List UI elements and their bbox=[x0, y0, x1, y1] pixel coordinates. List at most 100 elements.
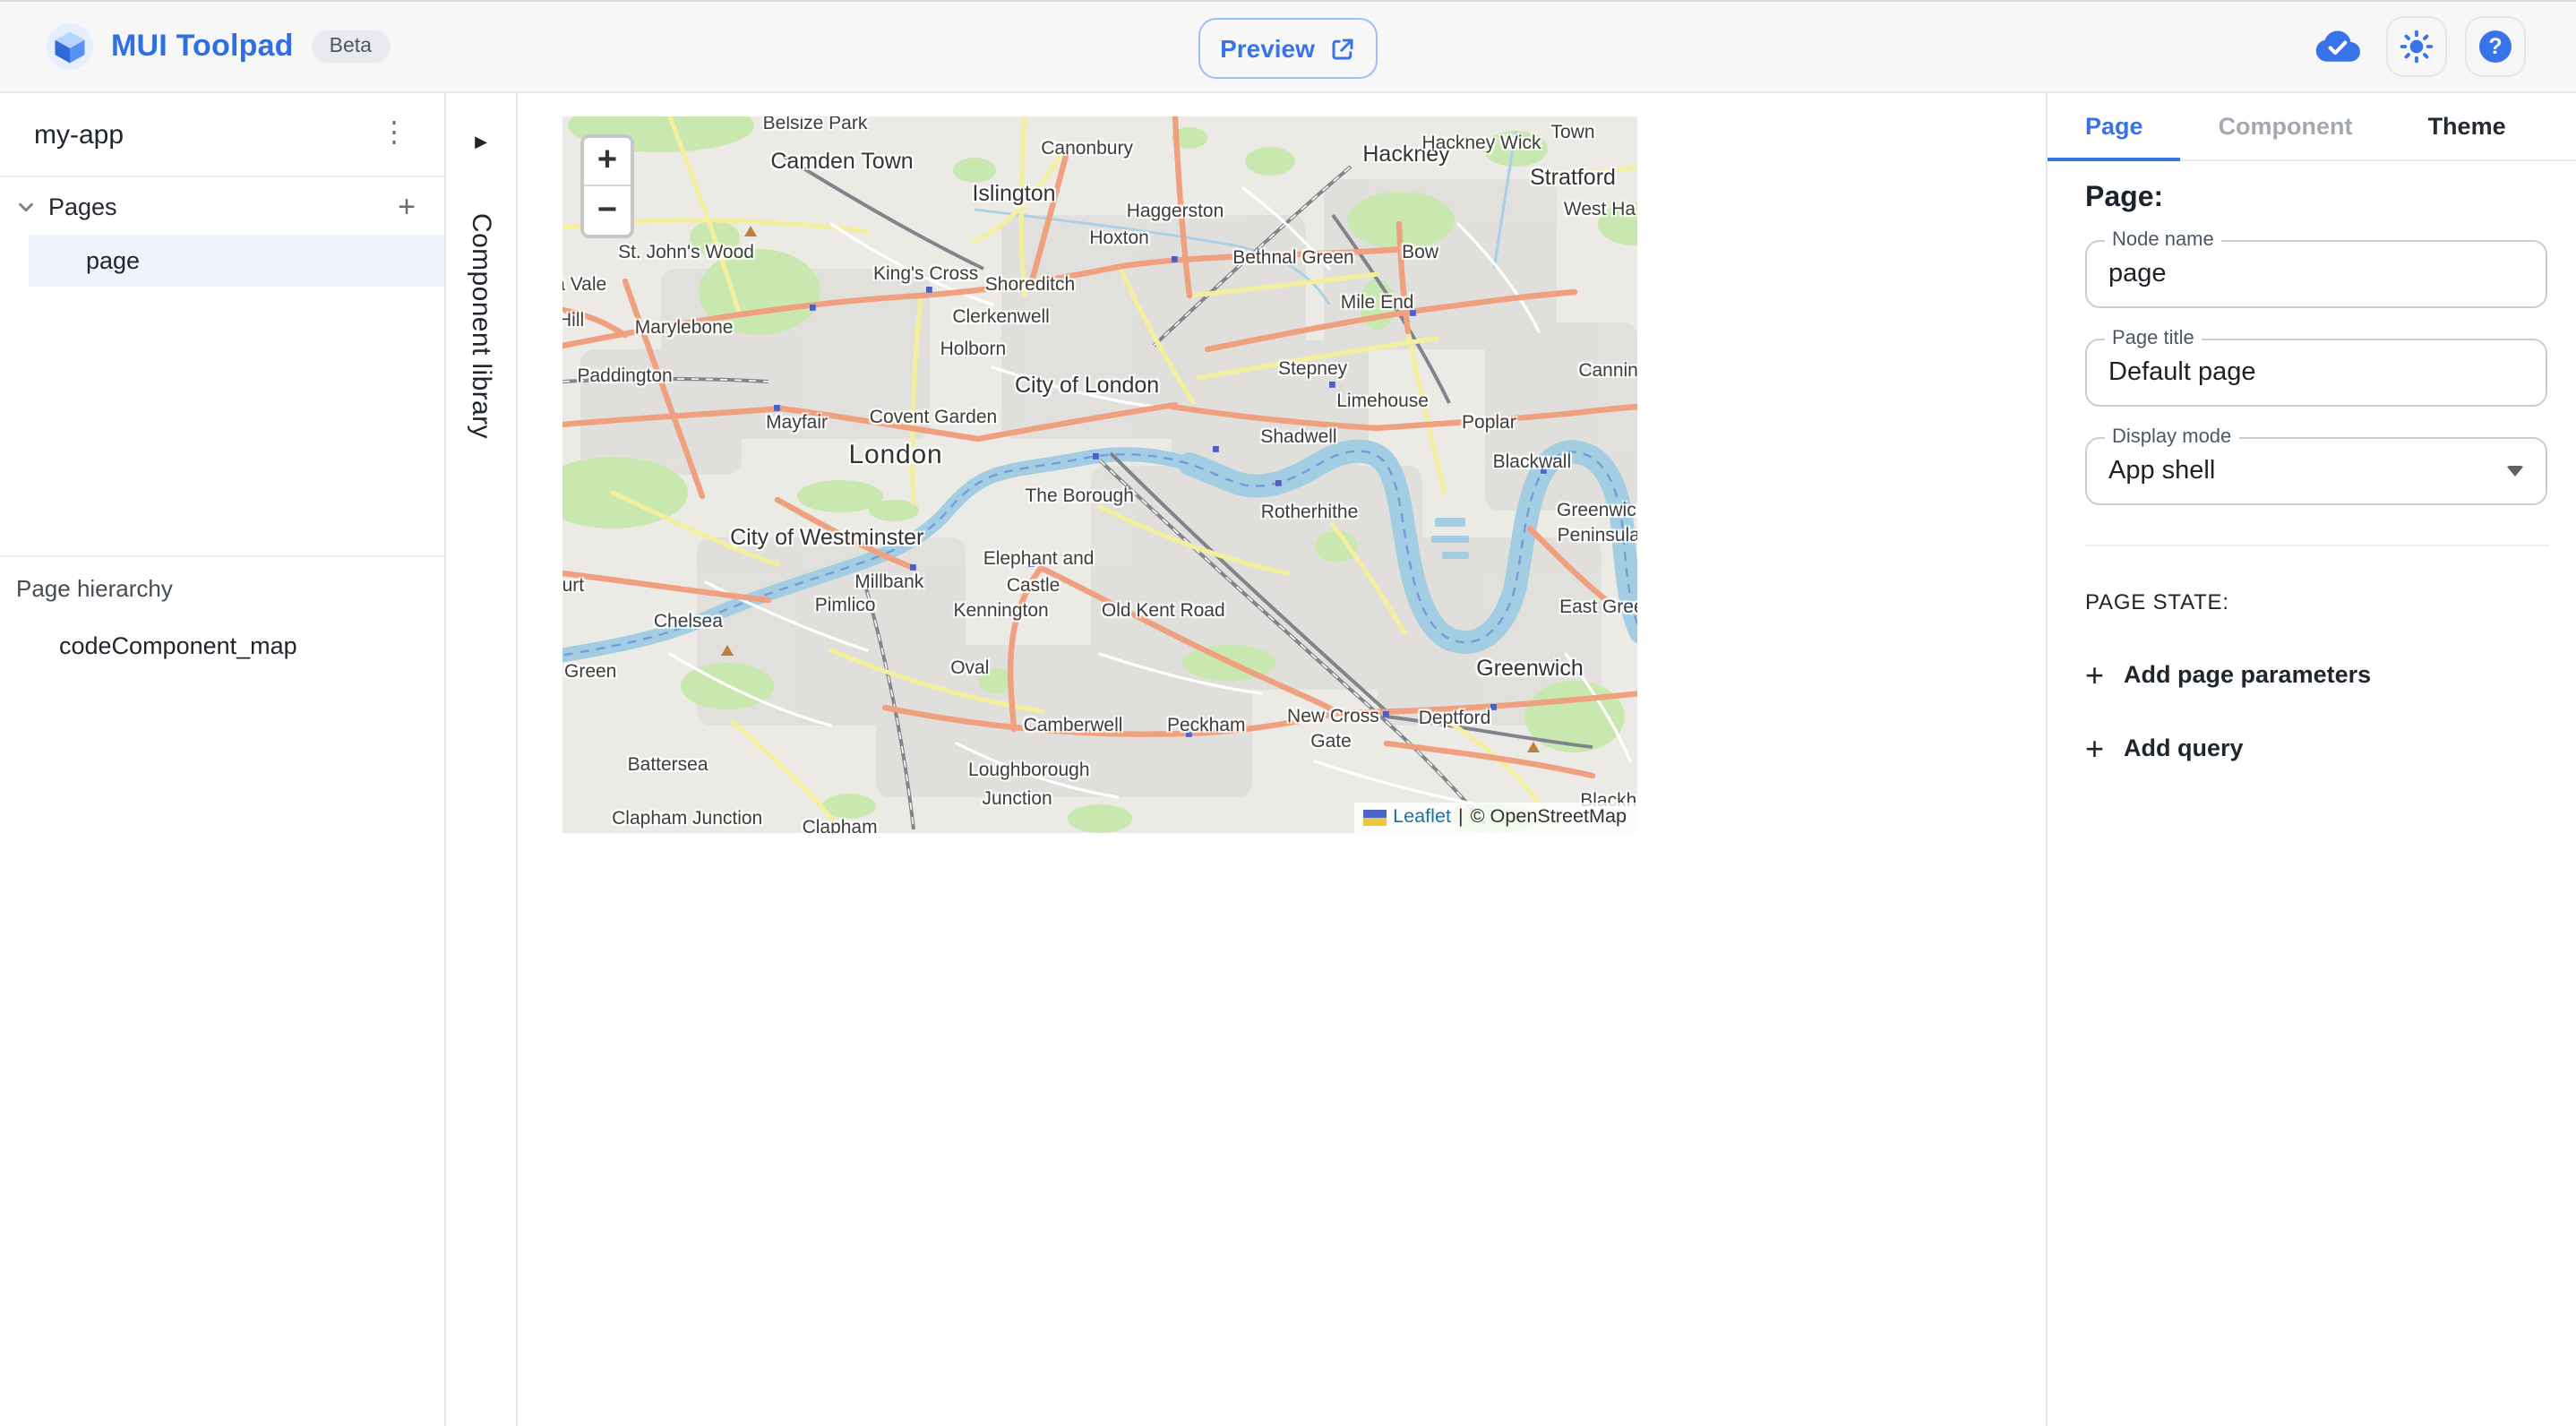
map-label: Islington bbox=[972, 181, 1055, 206]
page-hierarchy-title: Page hierarchy bbox=[0, 557, 444, 602]
map-label: Stepney bbox=[1278, 358, 1347, 380]
preview-button[interactable]: Preview bbox=[1198, 18, 1378, 79]
tab-page[interactable]: Page bbox=[2048, 93, 2181, 159]
map-label: Clerkenwell bbox=[952, 306, 1050, 328]
map-label: Haggerston bbox=[1127, 201, 1224, 222]
map-label: Clapham bbox=[803, 817, 878, 833]
plus-icon: + bbox=[2085, 662, 2104, 687]
sidebar-item-page[interactable]: page bbox=[29, 235, 444, 287]
page-item-label: page bbox=[86, 247, 140, 274]
map-label: Shoreditch bbox=[985, 273, 1075, 295]
map-label: East Gree bbox=[1559, 596, 1637, 617]
inspector-body: Page: Node name Page title Display mode … bbox=[2048, 161, 2576, 761]
page-state-label: PAGE STATE: bbox=[2085, 589, 2547, 614]
explorer-sidebar: my-app ⋮ Pages + page Page hierarchy cod… bbox=[0, 93, 446, 1426]
map-label: Belsize Park bbox=[763, 116, 868, 134]
map-label: Greenwich bbox=[1476, 655, 1584, 680]
map-label: ourt bbox=[562, 576, 584, 597]
dropdown-arrow-icon bbox=[2506, 466, 2524, 477]
page-title-input[interactable] bbox=[2087, 358, 2546, 387]
plus-icon: + bbox=[2085, 735, 2104, 760]
add-page-parameters-label: Add page parameters bbox=[2124, 661, 2371, 688]
map-label: Castle bbox=[1007, 574, 1060, 596]
leaflet-link[interactable]: Leaflet bbox=[1393, 806, 1451, 828]
map-label: Deptford bbox=[1419, 707, 1491, 728]
app-name-row: my-app ⋮ bbox=[0, 93, 444, 177]
map-label: Kennington bbox=[953, 601, 1048, 623]
map-label: Old Kent Road bbox=[1102, 601, 1225, 623]
map-label: Green bbox=[564, 661, 616, 683]
map[interactable]: Belsize ParkCamden TownCanonburyHackneyH… bbox=[562, 116, 1637, 833]
external-link-icon bbox=[1329, 35, 1356, 62]
map-attribution: Leaflet | © OpenStreetMap bbox=[1353, 803, 1637, 833]
app-title: MUI Toolpad bbox=[111, 29, 294, 64]
map-label: Pimlico bbox=[815, 595, 876, 616]
map-label: Millbank bbox=[854, 571, 923, 592]
map-label: Clapham Junction bbox=[612, 808, 762, 829]
map-label: Hackney Wick bbox=[1421, 133, 1541, 154]
map-label: West Ha bbox=[1564, 198, 1636, 219]
app-window: MUI Toolpad Beta Preview bbox=[0, 0, 2576, 1426]
sun-icon bbox=[2399, 29, 2434, 64]
tab-theme[interactable]: Theme bbox=[2391, 93, 2544, 159]
map-label: London bbox=[849, 440, 943, 470]
help-button[interactable]: ? bbox=[2465, 16, 2526, 77]
map-label: Peckham bbox=[1167, 716, 1246, 737]
cloud-sync-icon bbox=[2307, 16, 2368, 77]
app-name: my-app bbox=[34, 119, 124, 150]
pages-section-label: Pages bbox=[48, 193, 394, 219]
map-label: New Cross bbox=[1287, 706, 1379, 727]
map-label: Marylebone bbox=[635, 316, 734, 338]
app-menu-button[interactable]: ⋮ bbox=[373, 116, 416, 152]
map-label: Canonbury bbox=[1041, 139, 1133, 160]
tab-component[interactable]: Component bbox=[2181, 93, 2391, 159]
map-zoom-in-button[interactable]: + bbox=[584, 138, 631, 186]
openstreetmap-link[interactable]: © OpenStreetMap bbox=[1471, 806, 1627, 828]
node-name-input[interactable] bbox=[2087, 260, 2546, 288]
map-label: Peninsula bbox=[1558, 525, 1637, 546]
inspector-panel: Page Component Theme Page: Node name Pag… bbox=[2046, 93, 2576, 1426]
header-actions: ? bbox=[2307, 2, 2526, 91]
map-label: Gate bbox=[1310, 731, 1352, 752]
add-page-button[interactable]: + bbox=[394, 191, 419, 221]
map-label: King's Cross bbox=[873, 263, 978, 285]
map-label: Battersea bbox=[628, 753, 708, 775]
add-query-button[interactable]: + Add query bbox=[2085, 734, 2244, 761]
map-label: Bow bbox=[1402, 242, 1438, 263]
beta-badge: Beta bbox=[312, 30, 390, 63]
chevron-down-icon bbox=[16, 196, 36, 216]
ukraine-flag-icon bbox=[1362, 809, 1386, 825]
map-label: Camden Town bbox=[770, 149, 913, 174]
map-label: Junction bbox=[982, 788, 1052, 810]
map-label: Stratford bbox=[1530, 164, 1616, 189]
map-label: St. John's Wood bbox=[618, 243, 754, 264]
display-mode-select[interactable]: Display mode App shell bbox=[2085, 437, 2547, 505]
node-name-label: Node name bbox=[2105, 229, 2221, 253]
display-mode-label: Display mode bbox=[2105, 426, 2238, 450]
map-label: Mile End bbox=[1341, 292, 1414, 314]
map-label: Greenwic bbox=[1557, 501, 1636, 522]
toolpad-logo-icon bbox=[47, 23, 93, 70]
map-label: Mayfair bbox=[766, 412, 828, 434]
attribution-separator: | bbox=[1458, 806, 1464, 828]
help-icon: ? bbox=[2479, 30, 2512, 63]
hierarchy-item-code-component-map[interactable]: codeComponent_map bbox=[0, 602, 444, 659]
display-mode-value: App shell bbox=[2087, 457, 2506, 485]
map-label: da Vale bbox=[562, 273, 606, 295]
expand-right-icon: ▶ bbox=[475, 133, 487, 152]
map-label: City of Westminster bbox=[730, 525, 923, 550]
map-zoom-out-button[interactable]: − bbox=[584, 186, 631, 235]
map-label: Cannin bbox=[1578, 361, 1637, 382]
brand-group: MUI Toolpad Beta bbox=[0, 23, 390, 70]
map-label: Camberwell bbox=[1024, 716, 1123, 737]
page-heading: Page: bbox=[2085, 183, 2547, 215]
map-zoom-control: + − bbox=[580, 134, 634, 238]
sidebar-spacer bbox=[0, 287, 444, 555]
pages-section-header[interactable]: Pages + bbox=[0, 177, 444, 235]
map-label: Hill bbox=[562, 310, 584, 331]
add-page-parameters-button[interactable]: + Add page parameters bbox=[2085, 661, 2371, 688]
theme-toggle-button[interactable] bbox=[2386, 16, 2447, 77]
preview-button-label: Preview bbox=[1220, 34, 1315, 63]
page-canvas[interactable]: Belsize ParkCamden TownCanonburyHackneyH… bbox=[518, 93, 2046, 1426]
component-library-tab[interactable]: ▶ Component library bbox=[446, 93, 518, 1426]
